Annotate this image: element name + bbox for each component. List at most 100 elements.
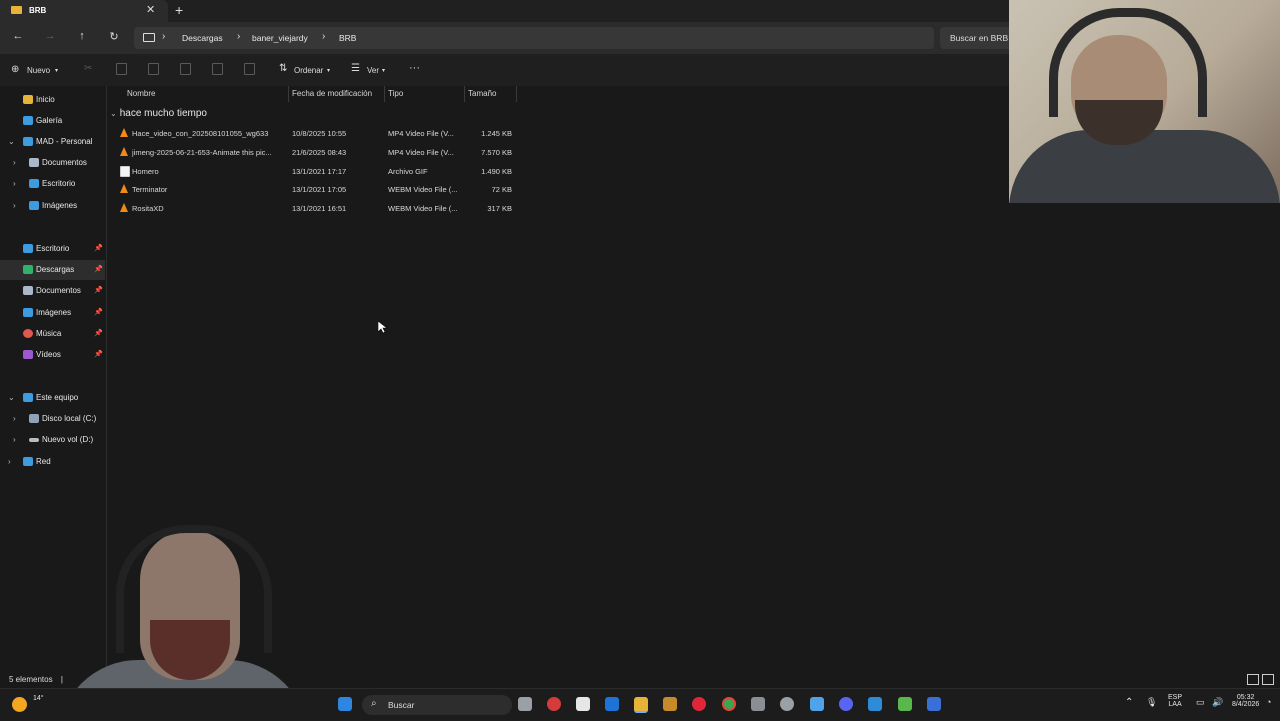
more-options-button[interactable]: ··· <box>409 62 420 74</box>
pin-icon[interactable]: 📌 <box>94 350 103 358</box>
start-icon[interactable] <box>338 697 352 711</box>
chevron-right-icon[interactable]: › <box>13 158 16 167</box>
chevron-right-icon[interactable]: › <box>13 414 16 423</box>
pin-icon[interactable]: 📌 <box>94 308 103 316</box>
up-arrow-icon[interactable]: ↑ <box>74 30 90 42</box>
column-divider[interactable] <box>384 86 385 102</box>
sidebar-item-documentos[interactable]: Documentos 📌 <box>0 281 105 301</box>
forward-arrow-icon[interactable]: → <box>42 30 58 42</box>
app-icon[interactable] <box>927 697 941 711</box>
chevron-down-icon[interactable]: ▾ <box>55 67 58 74</box>
sidebar-item-red[interactable]: › Red <box>0 452 105 472</box>
copy-icon[interactable] <box>116 63 127 75</box>
view-icon[interactable]: ☰ <box>351 63 360 74</box>
breadcrumb-descargas[interactable]: Descargas <box>182 33 223 43</box>
sidebar-item-inicio[interactable]: Inicio <box>0 90 105 110</box>
sidebar-item-imagenes-onedrive[interactable]: › Imágenes <box>0 196 105 216</box>
view-button[interactable]: Ver <box>367 66 379 75</box>
column-header-modified[interactable]: Fecha de modificación <box>292 89 372 98</box>
chevron-up-icon[interactable]: ⌃ <box>1125 697 1133 708</box>
sidebar-item-descargas[interactable]: Descargas 📌 <box>0 260 105 280</box>
microphone-icon[interactable]: 🎙 <box>1146 697 1157 708</box>
chevron-down-icon[interactable]: ⌄ <box>8 393 15 402</box>
outlook-icon[interactable] <box>605 697 619 711</box>
gamepad-icon[interactable] <box>751 697 765 711</box>
weather-temp[interactable]: 14° <box>33 695 44 702</box>
breadcrumb-baner-viejardy[interactable]: baner_viejardy <box>252 33 308 43</box>
chevron-right-icon[interactable]: › <box>13 201 16 210</box>
pin-icon[interactable]: 📌 <box>94 265 103 273</box>
file-row[interactable]: Terminator 13/1/2021 17:05 WEBM Video Fi… <box>110 180 520 198</box>
details-view-icon[interactable] <box>1247 674 1259 685</box>
chevron-right-icon[interactable]: › <box>8 457 11 466</box>
chevron-down-icon[interactable]: ▾ <box>382 67 385 74</box>
sort-button[interactable]: Ordenar <box>294 66 323 75</box>
back-arrow-icon[interactable]: ← <box>10 30 26 42</box>
chevron-right-icon[interactable]: › <box>13 435 16 444</box>
share-icon[interactable] <box>212 63 223 75</box>
sidebar-item-escritorio[interactable]: Escritorio 📌 <box>0 239 105 259</box>
sidebar-item-disco-d[interactable]: › Nuevo vol (D:) <box>0 430 105 450</box>
app-icon[interactable] <box>898 697 912 711</box>
tiles-view-icon[interactable] <box>1262 674 1274 685</box>
refresh-icon[interactable]: ↻ <box>106 30 122 43</box>
rename-icon[interactable] <box>180 63 191 75</box>
chevron-right-icon[interactable]: › <box>162 31 165 42</box>
paste-icon[interactable] <box>148 63 159 75</box>
chevron-down-icon[interactable]: ⌄ <box>110 109 117 118</box>
store-icon[interactable] <box>576 697 590 711</box>
language-indicator[interactable]: ESP LAA <box>1168 694 1182 708</box>
sidebar-item-disco-c[interactable]: › Disco local (C:) <box>0 409 105 429</box>
column-header-size[interactable]: Tamaño <box>468 89 496 98</box>
chevron-down-icon[interactable]: ▾ <box>327 67 330 74</box>
chevron-right-icon[interactable]: › <box>13 179 16 188</box>
sidebar-item-imagenes[interactable]: Imágenes 📌 <box>0 303 105 323</box>
plus-circle-icon[interactable]: ⊕ <box>11 64 19 75</box>
chevron-down-icon[interactable]: ⌄ <box>8 137 15 146</box>
sidebar-item-musica[interactable]: Música 📌 <box>0 324 105 344</box>
sidebar-item-mad-personal[interactable]: ⌄ MAD - Personal <box>0 132 105 152</box>
volume-icon[interactable]: 🔊 <box>1212 697 1223 708</box>
file-row[interactable]: Homero 13/1/2021 17:17 Archivo GIF 1.490… <box>110 162 520 180</box>
pin-icon[interactable]: 📌 <box>94 244 103 252</box>
app-icon[interactable] <box>547 697 561 711</box>
chrome-icon[interactable] <box>722 697 736 711</box>
group-header[interactable]: ⌄ hace mucho tiempo <box>110 108 207 119</box>
sidebar-item-videos[interactable]: Vídeos 📌 <box>0 345 105 365</box>
task-view-icon[interactable] <box>518 697 532 711</box>
weather-icon[interactable] <box>12 697 27 712</box>
notification-icon[interactable]: ◔ <box>1266 697 1271 707</box>
sidebar-item-escritorio-onedrive[interactable]: › Escritorio <box>0 174 105 194</box>
cut-icon[interactable]: ✂ <box>84 63 92 74</box>
chevron-right-icon[interactable]: › <box>237 31 240 42</box>
chevron-right-icon[interactable]: › <box>322 31 325 42</box>
new-tab-button[interactable]: + <box>175 2 183 18</box>
column-divider[interactable] <box>516 86 517 102</box>
delete-icon[interactable] <box>244 63 255 75</box>
address-bar[interactable]: › Descargas › baner_viejardy › BRB <box>134 27 934 49</box>
youtube-music-icon[interactable] <box>692 697 706 711</box>
sidebar-item-este-equipo[interactable]: ⌄ Este equipo <box>0 388 105 408</box>
column-divider[interactable] <box>288 86 289 102</box>
network-status-icon[interactable]: ▭ <box>1196 697 1205 708</box>
taskbar-search[interactable]: ⌕ Buscar <box>362 695 512 715</box>
breadcrumb-brb[interactable]: BRB <box>339 33 356 43</box>
sort-icon[interactable]: ⇅ <box>279 63 287 74</box>
app-icon[interactable] <box>663 697 677 711</box>
file-row[interactable]: Hace_video_con_202508101055_wg633 10/8/2… <box>110 124 520 142</box>
file-explorer-icon[interactable] <box>634 697 648 713</box>
pin-icon[interactable]: 📌 <box>94 286 103 294</box>
file-row[interactable]: RositaXD 13/1/2021 16:51 WEBM Video File… <box>110 199 520 217</box>
photos-icon[interactable] <box>868 697 882 711</box>
clock[interactable]: 05:32 8/4/2026 <box>1232 694 1259 708</box>
pin-icon[interactable]: 📌 <box>94 329 103 337</box>
discord-icon[interactable] <box>839 697 853 711</box>
notepad-icon[interactable] <box>810 697 824 711</box>
new-button[interactable]: Nuevo <box>27 66 50 75</box>
sidebar-item-galeria[interactable]: Galería <box>0 111 105 131</box>
column-header-type[interactable]: Tipo <box>388 89 403 98</box>
close-tab-icon[interactable]: ✕ <box>146 3 155 16</box>
file-row[interactable]: jimeng-2025-06-21-653-Animate this pic..… <box>110 143 520 161</box>
column-divider[interactable] <box>464 86 465 102</box>
app-icon[interactable] <box>780 697 794 711</box>
